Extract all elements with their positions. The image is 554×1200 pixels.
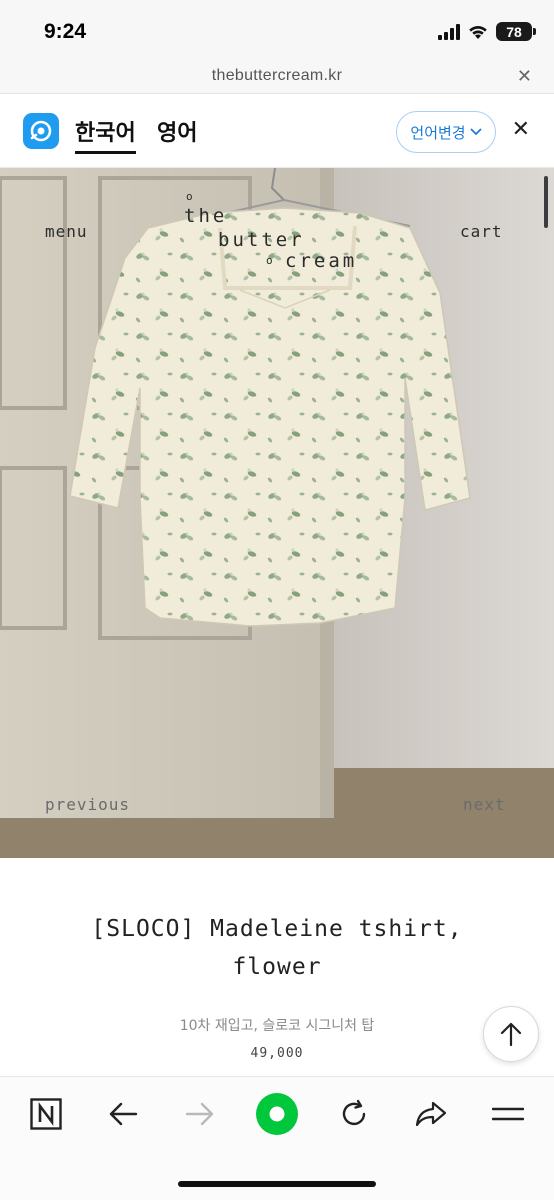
reload-icon <box>342 1099 366 1126</box>
share-button[interactable] <box>403 1091 459 1137</box>
forward-button[interactable] <box>172 1091 228 1137</box>
chevron-down-icon <box>469 128 482 136</box>
logo-line-the[interactable]: the <box>184 205 227 227</box>
product-title-line1: [SLOCO] Madeleine tshirt, <box>91 916 463 942</box>
wifi-icon <box>469 25 487 39</box>
product-price: 49,000 <box>250 1046 304 1061</box>
previous-link[interactable]: previous <box>45 795 130 814</box>
status-time: 9:24 <box>44 20 87 43</box>
close-translate-icon[interactable]: ✕ <box>512 117 530 142</box>
scrollbar-indicator[interactable] <box>544 176 548 228</box>
signal-icon <box>438 23 460 40</box>
product-title-line2: flower <box>232 954 322 980</box>
product-title: [SLOCO] Madeleine tshirt, flower <box>0 910 554 986</box>
arrow-left-icon <box>109 1102 138 1126</box>
product-hero-image: menu cart o the butter o cream previous … <box>0 168 554 858</box>
logo-line-butter[interactable]: butter <box>218 229 305 251</box>
menu-button[interactable] <box>480 1091 536 1137</box>
url-text[interactable]: thebuttercream.kr <box>0 67 554 85</box>
papago-logo-icon <box>23 113 59 149</box>
cart-link[interactable]: cart <box>460 222 503 241</box>
product-photo <box>0 168 554 858</box>
naver-home-button[interactable] <box>18 1091 74 1137</box>
url-bar[interactable]: thebuttercream.kr ✕ <box>0 62 554 94</box>
reload-button[interactable] <box>326 1091 382 1137</box>
change-language-label: 언어변경 <box>410 123 466 142</box>
status-bar: 9:24 78 <box>0 0 554 62</box>
browser-toolbar <box>0 1076 554 1200</box>
next-link[interactable]: next <box>463 795 506 814</box>
tab-english[interactable]: 영어 <box>157 115 197 147</box>
menu-link[interactable]: menu <box>45 222 88 241</box>
share-icon <box>415 1101 447 1127</box>
close-url-icon[interactable]: ✕ <box>517 66 532 87</box>
status-icons: 78 <box>438 22 536 41</box>
battery-icon: 78 <box>496 22 536 41</box>
translate-bar: 한국어 영어 언어변경 ✕ <box>0 95 554 168</box>
home-indicator <box>178 1181 376 1187</box>
arrow-right-icon <box>185 1102 214 1126</box>
change-language-button[interactable]: 언어변경 <box>396 111 496 153</box>
battery-level: 78 <box>506 23 522 40</box>
logo-line-cream[interactable]: cream <box>285 250 357 272</box>
hamburger-icon <box>492 1107 524 1121</box>
logo-dot-bottom: o <box>266 254 273 267</box>
naver-n-icon <box>30 1098 62 1130</box>
tab-korean[interactable]: 한국어 <box>75 115 136 154</box>
green-dot-icon <box>256 1093 298 1135</box>
back-button[interactable] <box>95 1091 151 1137</box>
scroll-to-top-button[interactable] <box>483 1006 539 1062</box>
product-subtitle: 10차 재입고, 슬로코 시그니처 탑 <box>179 1018 375 1034</box>
arrow-up-icon <box>500 1022 522 1047</box>
green-dot-button[interactable] <box>249 1091 305 1137</box>
logo-dot-top: o <box>186 190 193 203</box>
